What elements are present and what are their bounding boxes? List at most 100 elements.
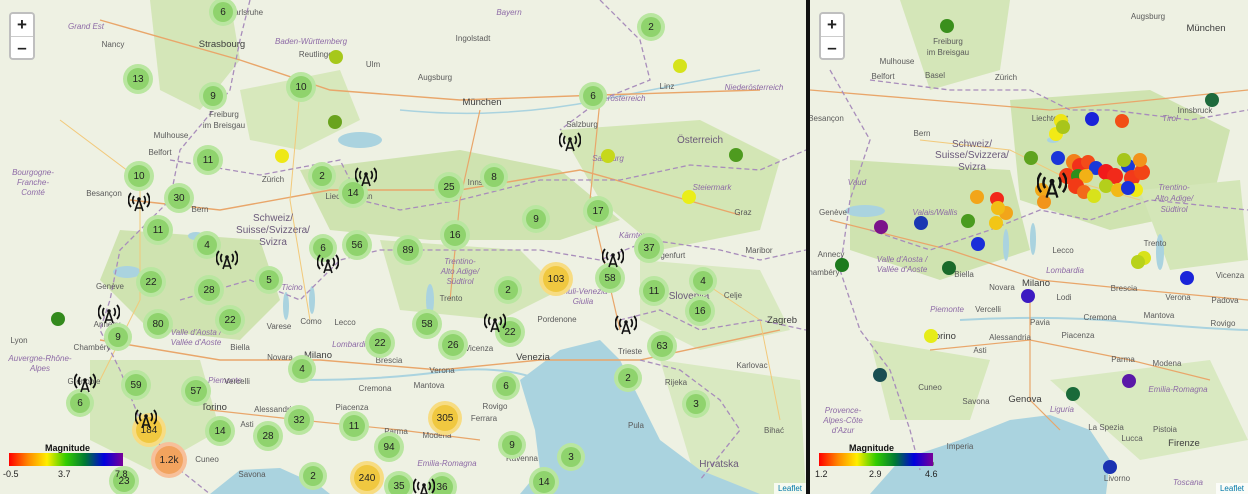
cluster-marker[interactable]: 4 xyxy=(689,267,717,295)
cluster-marker[interactable]: 63 xyxy=(647,331,677,361)
earthquake-point[interactable] xyxy=(1122,374,1136,388)
cluster-marker[interactable]: 58 xyxy=(412,309,442,339)
earthquake-point[interactable] xyxy=(275,149,289,163)
earthquake-point[interactable] xyxy=(991,201,1005,215)
cluster-marker[interactable]: 35 xyxy=(384,471,414,494)
cluster-marker[interactable]: 1.2k xyxy=(151,442,187,478)
earthquake-point[interactable] xyxy=(961,214,975,228)
earthquake-point[interactable] xyxy=(1121,181,1135,195)
earthquake-point[interactable] xyxy=(942,261,956,275)
cluster-marker[interactable]: 6 xyxy=(66,389,94,417)
cluster-marker[interactable]: 32 xyxy=(284,405,314,435)
right-attribution-link[interactable]: Leaflet xyxy=(1215,483,1248,494)
left-attribution-link[interactable]: Leaflet xyxy=(773,483,806,494)
seismic-station-icon[interactable] xyxy=(483,311,507,333)
earthquake-point[interactable] xyxy=(940,19,954,33)
seismic-station-icon[interactable] xyxy=(73,371,97,393)
cluster-marker[interactable]: 3 xyxy=(682,390,710,418)
cluster-marker[interactable]: 9 xyxy=(104,323,132,351)
earthquake-point[interactable] xyxy=(1131,255,1145,269)
seismic-station-icon[interactable] xyxy=(412,476,436,494)
cluster-marker[interactable]: 2 xyxy=(614,364,642,392)
cluster-marker[interactable]: 16 xyxy=(440,220,470,250)
earthquake-point[interactable] xyxy=(329,50,343,64)
cluster-marker[interactable]: 25 xyxy=(434,172,464,202)
earthquake-point[interactable] xyxy=(989,216,1003,230)
cluster-marker[interactable]: 305 xyxy=(428,401,462,435)
cluster-marker[interactable]: 6 xyxy=(579,82,607,110)
cluster-marker[interactable]: 30 xyxy=(164,183,194,213)
cluster-marker[interactable]: 103 xyxy=(539,262,573,296)
right-zoom-out-button[interactable]: – xyxy=(821,36,843,58)
cluster-marker[interactable]: 3 xyxy=(557,443,585,471)
earthquake-point[interactable] xyxy=(924,329,938,343)
cluster-marker[interactable]: 22 xyxy=(365,328,395,358)
earthquake-point[interactable] xyxy=(914,216,928,230)
cluster-marker[interactable]: 22 xyxy=(136,267,166,297)
cluster-marker[interactable]: 10 xyxy=(286,72,316,102)
cluster-marker[interactable]: 11 xyxy=(143,215,173,245)
seismic-station-icon[interactable] xyxy=(134,407,158,429)
earthquake-point[interactable] xyxy=(1024,151,1038,165)
cluster-marker[interactable]: 59 xyxy=(121,370,151,400)
earthquake-point[interactable] xyxy=(682,190,696,204)
seismic-station-icon[interactable] xyxy=(1036,169,1068,199)
cluster-marker[interactable]: 2 xyxy=(299,462,327,490)
earthquake-point[interactable] xyxy=(1056,120,1070,134)
cluster-marker[interactable]: 28 xyxy=(194,275,224,305)
seismic-station-icon[interactable] xyxy=(127,190,151,212)
earthquake-point[interactable] xyxy=(1133,153,1147,167)
cluster-marker[interactable]: 89 xyxy=(393,235,423,265)
cluster-marker[interactable]: 16 xyxy=(685,296,715,326)
earthquake-point[interactable] xyxy=(873,368,887,382)
right-map-panel[interactable]: Freiburg im Breisgau München Mulhouse Augsbu… xyxy=(810,0,1248,494)
right-zoom-in-button[interactable]: + xyxy=(821,14,843,36)
earthquake-point[interactable] xyxy=(1115,114,1129,128)
seismic-station-icon[interactable] xyxy=(316,252,340,274)
earthquake-point[interactable] xyxy=(1205,93,1219,107)
left-map-panel[interactable]: Karlsruhe Strasbourg Nancy Grand Est Baden-W… xyxy=(0,0,806,494)
cluster-marker[interactable]: 2 xyxy=(308,162,336,190)
seismic-station-icon[interactable] xyxy=(97,302,121,324)
seismic-station-icon[interactable] xyxy=(614,313,638,335)
cluster-marker[interactable]: 28 xyxy=(253,421,283,451)
cluster-marker[interactable]: 56 xyxy=(342,230,372,260)
earthquake-point[interactable] xyxy=(1180,271,1194,285)
cluster-marker[interactable]: 6 xyxy=(492,372,520,400)
earthquake-point[interactable] xyxy=(673,59,687,73)
cluster-marker[interactable]: 9 xyxy=(522,205,550,233)
cluster-marker[interactable]: 2 xyxy=(494,276,522,304)
cluster-marker[interactable]: 22 xyxy=(215,305,245,335)
earthquake-point[interactable] xyxy=(874,220,888,234)
cluster-marker[interactable]: 11 xyxy=(193,145,223,175)
cluster-marker[interactable]: 94 xyxy=(374,432,404,462)
seismic-station-icon[interactable] xyxy=(601,246,625,268)
earthquake-point[interactable] xyxy=(328,115,342,129)
earthquake-point[interactable] xyxy=(729,148,743,162)
earthquake-point[interactable] xyxy=(1021,289,1035,303)
earthquake-point[interactable] xyxy=(601,149,615,163)
earthquake-point[interactable] xyxy=(1085,112,1099,126)
cluster-marker[interactable]: 240 xyxy=(350,461,384,494)
cluster-marker[interactable]: 80 xyxy=(143,309,173,339)
cluster-marker[interactable]: 9 xyxy=(498,431,526,459)
earthquake-point[interactable] xyxy=(1087,189,1101,203)
earthquake-point[interactable] xyxy=(970,190,984,204)
seismic-station-icon[interactable] xyxy=(558,130,582,152)
earthquake-point[interactable] xyxy=(1103,460,1117,474)
cluster-marker[interactable]: 8 xyxy=(480,163,508,191)
earthquake-point[interactable] xyxy=(51,312,65,326)
cluster-marker[interactable]: 14 xyxy=(205,416,235,446)
cluster-marker[interactable]: 13 xyxy=(123,64,153,94)
cluster-marker[interactable]: 2 xyxy=(637,13,665,41)
cluster-marker[interactable]: 11 xyxy=(639,276,669,306)
cluster-marker[interactable]: 4 xyxy=(288,355,316,383)
left-zoom-out-button[interactable]: – xyxy=(11,36,33,58)
left-zoom-in-button[interactable]: + xyxy=(11,14,33,36)
seismic-station-icon[interactable] xyxy=(354,165,378,187)
seismic-station-icon[interactable] xyxy=(215,248,239,270)
cluster-marker[interactable]: 9 xyxy=(199,82,227,110)
cluster-marker[interactable]: 14 xyxy=(529,467,559,494)
cluster-marker[interactable]: 26 xyxy=(438,330,468,360)
earthquake-point[interactable] xyxy=(1117,153,1131,167)
